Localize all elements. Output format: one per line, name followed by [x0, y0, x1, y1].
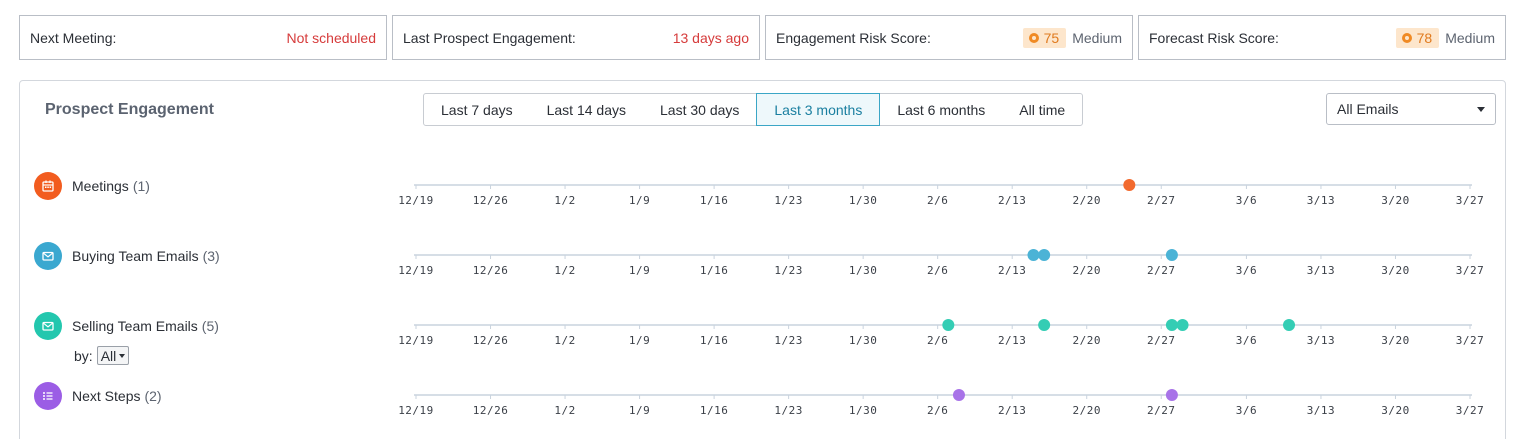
- tick-label: 2/27: [1147, 264, 1176, 277]
- tick-label: 1/23: [774, 334, 803, 347]
- tick-label: 1/2: [554, 194, 575, 207]
- engagement-timeline: 12/19 12/26 1/2 1/9 1/16 1/23 1/30 2/6 2/13 2/20 2…: [398, 179, 1485, 417]
- tick-label: 2/27: [1147, 404, 1176, 417]
- tick-label: 3/6: [1236, 264, 1257, 277]
- tick-label: 1/2: [554, 334, 575, 347]
- tick-label: 3/20: [1381, 404, 1410, 417]
- last-engagement-card: Last Prospect Engagement: 13 days ago: [392, 15, 760, 60]
- tick-label: 1/9: [629, 194, 650, 207]
- tick-label: 12/26: [473, 194, 509, 207]
- next-meeting-label: Next Meeting:: [30, 29, 117, 46]
- tick-label: 3/6: [1236, 334, 1257, 347]
- tick-label: 1/2: [554, 264, 575, 277]
- tick-label: 12/19: [398, 404, 434, 417]
- tick-label: 2/27: [1147, 194, 1176, 207]
- tick-label: 1/23: [774, 194, 803, 207]
- tick-label: 1/30: [849, 194, 878, 207]
- tick-label: 1/30: [849, 404, 878, 417]
- tick-label: 12/19: [398, 194, 434, 207]
- forecast-risk-label: Forecast Risk Score:: [1149, 29, 1279, 46]
- tick-label: 3/13: [1307, 404, 1336, 417]
- tick-label: 12/26: [473, 264, 509, 277]
- next-meeting-value: Not scheduled: [286, 29, 376, 46]
- tick-label: 3/27: [1456, 194, 1485, 207]
- tick-label: 1/30: [849, 264, 878, 277]
- prospect-engagement-panel: Prospect Engagement Last 7 days Last 14 …: [19, 80, 1506, 439]
- tick-label: 3/20: [1381, 264, 1410, 277]
- tick-label: 3/20: [1381, 194, 1410, 207]
- event-dot[interactable]: [1165, 319, 1178, 331]
- event-dot[interactable]: [1165, 389, 1178, 401]
- tick-label: 2/20: [1072, 264, 1101, 277]
- event-dot[interactable]: [1176, 319, 1189, 331]
- forecast-risk-card: Forecast Risk Score: 78 Medium: [1138, 15, 1506, 60]
- event-dot[interactable]: [1165, 249, 1178, 261]
- tick-label: 12/26: [473, 334, 509, 347]
- event-dot[interactable]: [1038, 249, 1051, 261]
- tick-label: 12/19: [398, 264, 434, 277]
- last-engagement-label: Last Prospect Engagement:: [403, 29, 576, 46]
- event-dot[interactable]: [942, 319, 955, 331]
- tick-label: 1/9: [629, 334, 650, 347]
- tick-label: 2/6: [927, 334, 948, 347]
- last-engagement-value: 13 days ago: [672, 29, 749, 46]
- tick-label: 1/30: [849, 334, 878, 347]
- engagement-risk-card: Engagement Risk Score: 75 Medium: [765, 15, 1133, 60]
- tick-label: 2/13: [998, 264, 1027, 277]
- tick-label: 1/16: [700, 404, 729, 417]
- forecast-risk-level: Medium: [1445, 29, 1495, 46]
- tick-label: 3/27: [1456, 334, 1485, 347]
- tick-label: 1/23: [774, 264, 803, 277]
- tick-label: 3/6: [1236, 194, 1257, 207]
- tick-label: 2/13: [998, 194, 1027, 207]
- event-dot[interactable]: [1027, 249, 1040, 261]
- risk-dot-icon: [1028, 32, 1039, 43]
- risk-dot-icon: [1401, 32, 1412, 43]
- engagement-risk: 75 Medium: [1022, 27, 1122, 48]
- engagement-risk-score: 75: [1043, 29, 1060, 46]
- tick-label: 2/27: [1147, 334, 1176, 347]
- event-dot[interactable]: [1283, 319, 1296, 331]
- tick-label: 2/13: [998, 334, 1027, 347]
- tick-label: 2/13: [998, 404, 1027, 417]
- forecast-risk-score: 78: [1416, 29, 1433, 46]
- tick-label: 3/13: [1307, 334, 1336, 347]
- tick-label: 2/6: [927, 194, 948, 207]
- event-dot[interactable]: [1038, 319, 1051, 331]
- forecast-risk-badge: 78: [1395, 27, 1440, 48]
- tick-label: 2/20: [1072, 404, 1101, 417]
- engagement-risk-label: Engagement Risk Score:: [776, 29, 931, 46]
- tick-label: 12/26: [473, 404, 509, 417]
- tick-label: 3/13: [1307, 194, 1336, 207]
- tick-label: 1/2: [554, 404, 575, 417]
- engagement-risk-badge: 75: [1022, 27, 1067, 48]
- tick-label: 2/20: [1072, 334, 1101, 347]
- tick-label: 1/16: [700, 264, 729, 277]
- forecast-risk: 78 Medium: [1395, 27, 1495, 48]
- event-dot[interactable]: [1123, 179, 1136, 191]
- next-meeting-card: Next Meeting: Not scheduled: [19, 15, 387, 60]
- event-dot[interactable]: [952, 389, 965, 401]
- tick-label: 1/23: [774, 404, 803, 417]
- tick-label: 3/27: [1456, 404, 1485, 417]
- tick-label: 3/6: [1236, 404, 1257, 417]
- tick-label: 1/16: [700, 334, 729, 347]
- tick-label: 3/20: [1381, 334, 1410, 347]
- tick-label: 3/13: [1307, 264, 1336, 277]
- tick-label: 1/16: [700, 194, 729, 207]
- tick-label: 12/19: [398, 334, 434, 347]
- tick-label: 1/9: [629, 264, 650, 277]
- tick-label: 2/6: [927, 264, 948, 277]
- tick-label: 2/6: [927, 404, 948, 417]
- tick-label: 1/9: [629, 404, 650, 417]
- tick-label: 2/20: [1072, 194, 1101, 207]
- tick-label: 3/27: [1456, 264, 1485, 277]
- engagement-risk-level: Medium: [1072, 29, 1122, 46]
